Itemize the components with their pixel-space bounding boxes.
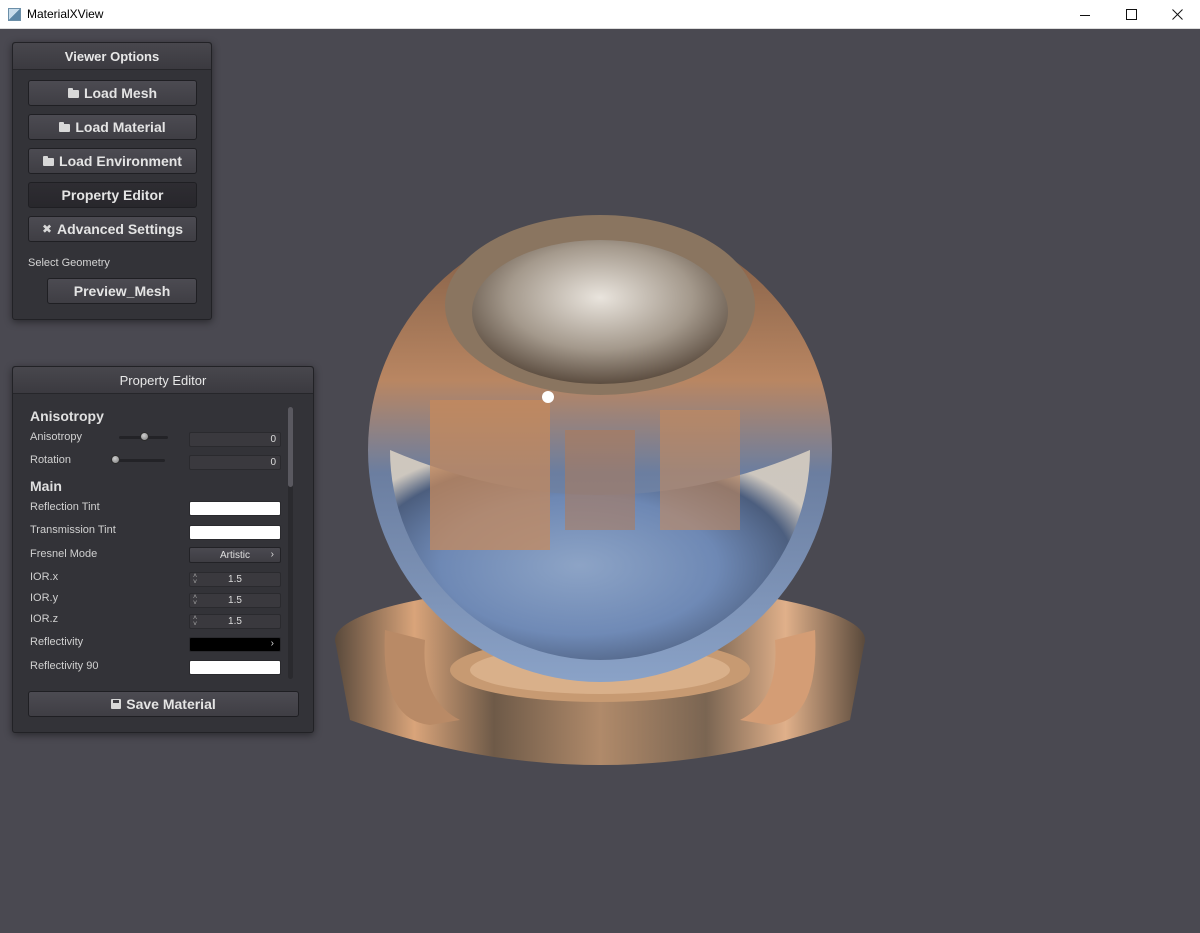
reflection-tint-swatch[interactable] xyxy=(189,501,281,516)
property-editor-panel: Property Editor Anisotropy Anisotropy 0 … xyxy=(12,366,314,733)
fresnel-mode-dropdown[interactable]: Artistic › xyxy=(189,547,281,563)
transmission-tint-swatch[interactable] xyxy=(189,525,281,540)
property-editor-title: Property Editor xyxy=(13,367,313,394)
folder-icon xyxy=(59,121,71,132)
tools-icon: ✖ xyxy=(41,222,53,236)
save-material-button[interactable]: Save Material xyxy=(28,691,299,717)
viewer-options-panel: Viewer Options Load Mesh Load Material L… xyxy=(12,42,212,320)
rotation-slider-knob[interactable] xyxy=(111,455,120,464)
advanced-settings-label: Advanced Settings xyxy=(57,221,184,237)
maximize-button[interactable] xyxy=(1108,0,1154,29)
reflectivity-90-label: Reflectivity 90 xyxy=(30,660,99,672)
maximize-icon xyxy=(1125,9,1137,20)
anisotropy-slider-knob[interactable] xyxy=(139,432,149,441)
app-icon xyxy=(8,7,21,21)
minimize-button[interactable] xyxy=(1062,0,1108,29)
load-environment-label: Load Environment xyxy=(59,153,182,169)
ior-y-value: 1.5 xyxy=(228,595,242,606)
folder-icon xyxy=(67,87,79,98)
viewport-render[interactable] xyxy=(320,200,880,790)
save-material-label: Save Material xyxy=(126,696,216,712)
property-editor-button[interactable]: Property Editor xyxy=(28,182,197,208)
reflectivity-label: Reflectivity xyxy=(30,636,84,648)
minimize-icon xyxy=(1080,14,1090,16)
fresnel-mode-value: Artistic xyxy=(220,549,250,561)
chevron-right-icon: › xyxy=(270,549,274,560)
advanced-settings-button[interactable]: ✖ Advanced Settings xyxy=(28,216,197,242)
load-mesh-label: Load Mesh xyxy=(83,85,158,101)
ior-x-label: IOR.x xyxy=(30,571,59,583)
folder-icon xyxy=(43,155,55,166)
geometry-select-value: Preview_Mesh xyxy=(73,283,171,299)
load-mesh-button[interactable]: Load Mesh xyxy=(28,80,197,106)
ior-z-label: IOR.z xyxy=(30,613,59,625)
fresnel-mode-label: Fresnel Mode xyxy=(30,548,98,560)
viewer-options-title: Viewer Options xyxy=(13,43,211,70)
ior-z-stepper[interactable]: ˄ ˅ 1.5 xyxy=(189,614,281,629)
ior-x-value: 1.5 xyxy=(228,574,242,585)
anisotropy-label: Anisotropy xyxy=(30,431,82,443)
section-anisotropy: Anisotropy xyxy=(30,408,104,424)
load-material-button[interactable]: Load Material xyxy=(28,114,197,140)
transmission-tint-label: Transmission Tint xyxy=(30,524,116,536)
spinner-arrows-icon[interactable]: ˄ ˅ xyxy=(193,594,197,607)
ior-x-stepper[interactable]: ˄ ˅ 1.5 xyxy=(189,572,281,587)
reflectivity-90-swatch[interactable] xyxy=(189,660,281,675)
close-button[interactable] xyxy=(1154,0,1200,29)
load-environment-button[interactable]: Load Environment xyxy=(28,148,197,174)
ior-y-label: IOR.y xyxy=(30,592,59,604)
property-editor-label: Property Editor xyxy=(61,187,164,203)
spinner-arrows-icon[interactable]: ˄ ˅ xyxy=(193,573,197,586)
rotation-label: Rotation xyxy=(30,454,71,466)
anisotropy-value-field[interactable]: 0 xyxy=(189,432,281,447)
section-main: Main xyxy=(30,478,62,494)
ior-z-value: 1.5 xyxy=(228,616,242,627)
window-title-bar: MaterialXView xyxy=(0,0,1200,29)
close-icon xyxy=(1171,9,1183,20)
save-icon xyxy=(111,699,122,709)
spinner-arrows-icon[interactable]: ˄ ˅ xyxy=(193,615,197,628)
scrollbar-thumb[interactable] xyxy=(288,407,293,487)
rotation-value-field[interactable]: 0 xyxy=(189,455,281,470)
reflection-tint-label: Reflection Tint xyxy=(30,501,100,513)
select-geometry-label: Select Geometry xyxy=(28,257,110,269)
reflectivity-swatch[interactable]: › xyxy=(189,637,281,652)
chevron-right-icon: › xyxy=(270,638,274,649)
geometry-select-button[interactable]: Preview_Mesh xyxy=(47,278,197,304)
ior-y-stepper[interactable]: ˄ ˅ 1.5 xyxy=(189,593,281,608)
window-title: MaterialXView xyxy=(27,7,104,21)
load-material-label: Load Material xyxy=(75,119,166,135)
property-editor-scrollbar[interactable] xyxy=(288,407,293,679)
window-controls xyxy=(1062,0,1200,29)
